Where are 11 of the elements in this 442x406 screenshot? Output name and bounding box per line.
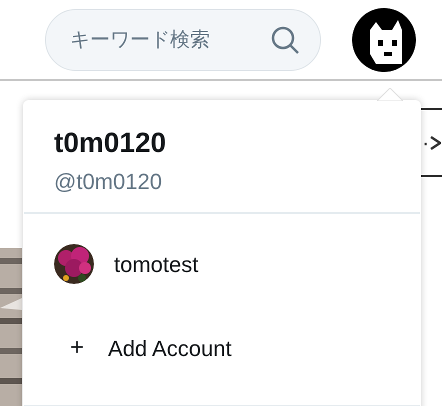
- search-icon[interactable]: [270, 24, 300, 54]
- cat-avatar-icon[interactable]: [352, 8, 416, 72]
- display-name: t0m0120: [54, 126, 168, 160]
- dot-text: ·: [422, 129, 430, 157]
- search-field[interactable]: キーワード検索: [70, 24, 250, 54]
- user-handle: @t0m0120: [54, 168, 163, 196]
- chevron-icon: [430, 134, 442, 150]
- plus-icon: +: [70, 330, 84, 366]
- add-account-item[interactable]: + Add Account: [23, 306, 421, 390]
- search-bar[interactable]: キーワード検索: [45, 8, 321, 70]
- account-item[interactable]: tomotest: [23, 222, 421, 306]
